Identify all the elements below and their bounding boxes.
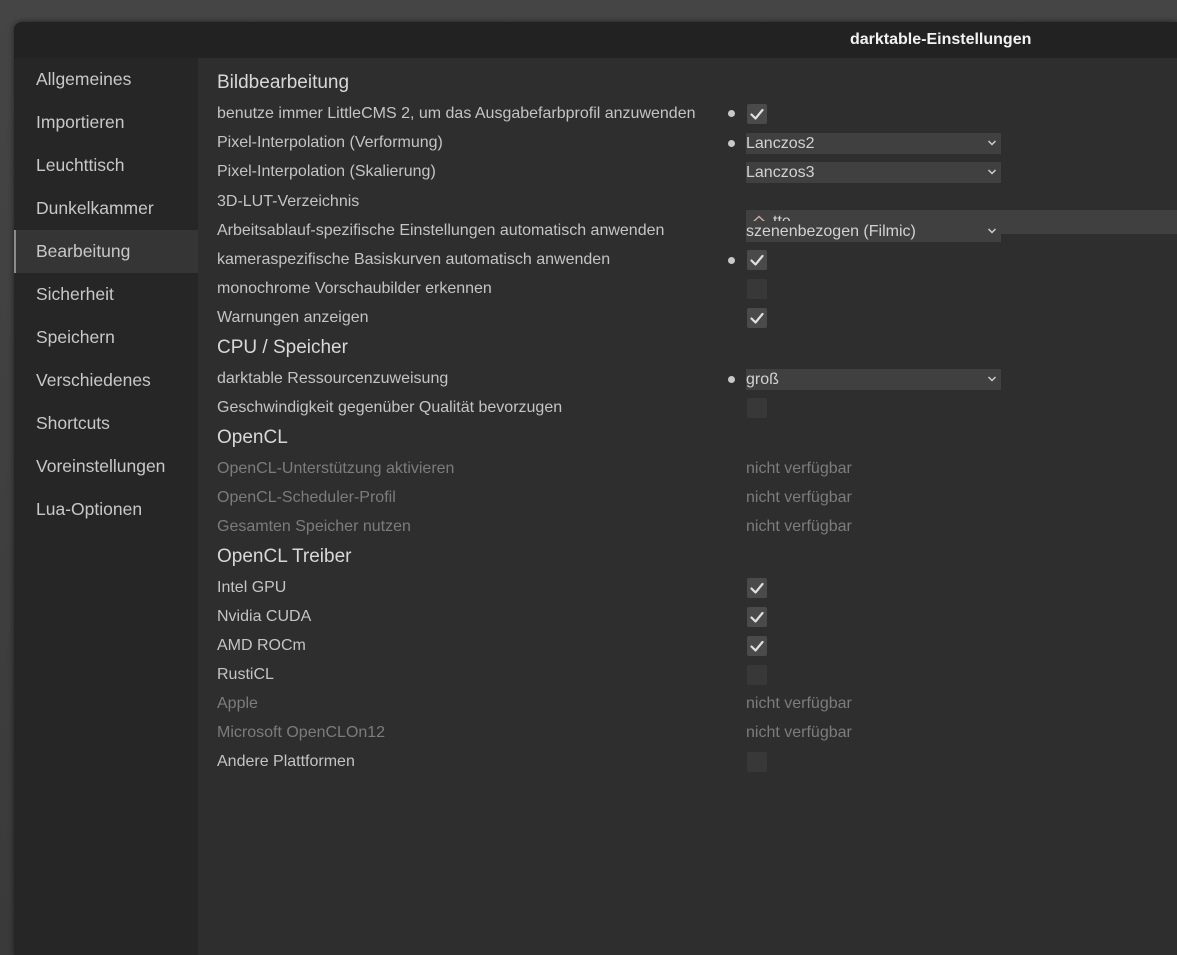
section-title-cpu-memory: CPU / Speicher [217,337,348,358]
chevron-down-icon [987,140,997,146]
speed-over-quality-checkbox[interactable] [747,398,767,418]
other-platforms-checkbox[interactable] [747,752,767,772]
modified-indicator-dot [728,376,735,383]
check-icon [750,611,764,623]
section-title-opencl: OpenCL [217,427,288,448]
setting-label-3d-lut-directory: 3D-LUT-Verzeichnis [217,193,360,210]
setting-label-microsoft-openclon12: Microsoft OpenCLOn12 [217,724,386,741]
pixel-interpolation-scale-dropdown[interactable]: Lanczos3 [746,162,1001,183]
sidebar-item-allgemeines[interactable]: Allgemeines [14,58,198,101]
sidebar-item-voreinstellungen[interactable]: Voreinstellungen [14,445,198,488]
microsoft-openclon12-unavailable: nicht verfügbar [746,724,852,741]
chevron-down-icon [987,228,997,234]
pixel-interpolation-warp-dropdown[interactable]: Lanczos2 [746,133,1001,154]
dropdown-value: szenenbezogen (Filmic) [746,223,916,240]
check-icon [750,582,764,594]
setting-label-speed-over-quality: Geschwindigkeit gegenüber Qualität bevor… [217,399,563,416]
modified-indicator-dot [728,140,735,147]
chevron-down-icon [987,376,997,382]
sidebar-item-speichern[interactable]: Speichern [14,316,198,359]
sidebar-item-verschiedenes[interactable]: Verschiedenes [14,359,198,402]
setting-label-nvidia-cuda: Nvidia CUDA [217,608,312,625]
check-icon [750,312,764,324]
resource-allocation-dropdown[interactable]: groß [746,369,1001,390]
dropdown-value: Lanczos2 [746,135,815,152]
setting-label-opencl-scheduler-profile: OpenCL-Scheduler-Profil [217,489,396,506]
setting-label-resource-allocation: darktable Ressourcenzuweisung [217,370,449,387]
desktop-background: darktable-Einstellungen Allgemeines Impo… [0,0,1177,955]
check-icon [750,254,764,266]
preferences-window: darktable-Einstellungen Allgemeines Impo… [14,22,1177,955]
setting-label-pixel-interpolation-warp: Pixel-Interpolation (Verformung) [217,134,443,151]
sidebar-item-dunkelkammer[interactable]: Dunkelkammer [14,187,198,230]
sidebar-item-bearbeitung[interactable]: Bearbeitung [14,230,198,273]
setting-label-monochrome-thumbnails: monochrome Vorschaubilder erkennen [217,280,492,297]
sidebar-item-sicherheit[interactable]: Sicherheit [14,273,198,316]
setting-label-pixel-interpolation-scale: Pixel-Interpolation (Skalierung) [217,163,436,180]
sidebar-item-leuchttisch[interactable]: Leuchttisch [14,144,198,187]
check-icon [750,640,764,652]
setting-label-amd-rocm: AMD ROCm [217,637,306,654]
setting-label-rusticl: RustiCL [217,666,274,683]
modified-indicator-dot [728,110,735,117]
setting-label-camera-basecurves: kameraspezifische Basiskurven automatisc… [217,251,611,268]
setting-label-show-warnings: Warnungen anzeigen [217,309,369,326]
title-bar[interactable]: darktable-Einstellungen [14,22,1177,58]
monochrome-thumbnails-checkbox[interactable] [747,279,767,299]
rusticl-checkbox[interactable] [747,665,767,685]
modified-indicator-dot [728,257,735,264]
use-all-memory-unavailable: nicht verfügbar [746,518,852,535]
amd-rocm-checkbox[interactable] [747,636,767,656]
apple-unavailable: nicht verfügbar [746,695,852,712]
chevron-down-icon [987,169,997,175]
setting-label-workflow-settings: Arbeitsablauf-spezifische Einstellungen … [217,222,665,239]
setting-label-littlecms: benutze immer LittleCMS 2, um das Ausgab… [217,105,696,122]
setting-label-apple: Apple [217,695,258,712]
check-icon [750,108,764,120]
sidebar-item-importieren[interactable]: Importieren [14,101,198,144]
setting-label-intel-gpu: Intel GPU [217,579,287,596]
section-title-bildbearbeitung: Bildbearbeitung [217,72,350,93]
section-title-opencl-drivers: OpenCL Treiber [217,546,352,567]
sidebar-item-shortcuts[interactable]: Shortcuts [14,402,198,445]
opencl-support-unavailable: nicht verfügbar [746,460,852,477]
window-title: darktable-Einstellungen [850,31,1032,48]
setting-label-other-platforms: Andere Plattformen [217,753,355,770]
sidebar-item-lua-optionen[interactable]: Lua-Optionen [14,488,198,531]
dropdown-value: groß [746,371,779,388]
workflow-settings-dropdown[interactable]: szenenbezogen (Filmic) [746,221,1001,242]
show-warnings-checkbox[interactable] [747,308,767,328]
dropdown-value: Lanczos3 [746,164,815,181]
setting-label-opencl-support: OpenCL-Unterstützung aktivieren [217,460,455,477]
opencl-scheduler-unavailable: nicht verfügbar [746,489,852,506]
intel-gpu-checkbox[interactable] [747,578,767,598]
sidebar: Allgemeines Importieren Leuchttisch Dunk… [14,58,198,955]
camera-basecurves-checkbox[interactable] [747,250,767,270]
settings-panel: Bildbearbeitung benutze immer LittleCMS … [198,58,1177,955]
setting-label-use-all-memory: Gesamten Speicher nutzen [217,518,411,535]
littlecms-checkbox[interactable] [747,104,767,124]
nvidia-cuda-checkbox[interactable] [747,607,767,627]
